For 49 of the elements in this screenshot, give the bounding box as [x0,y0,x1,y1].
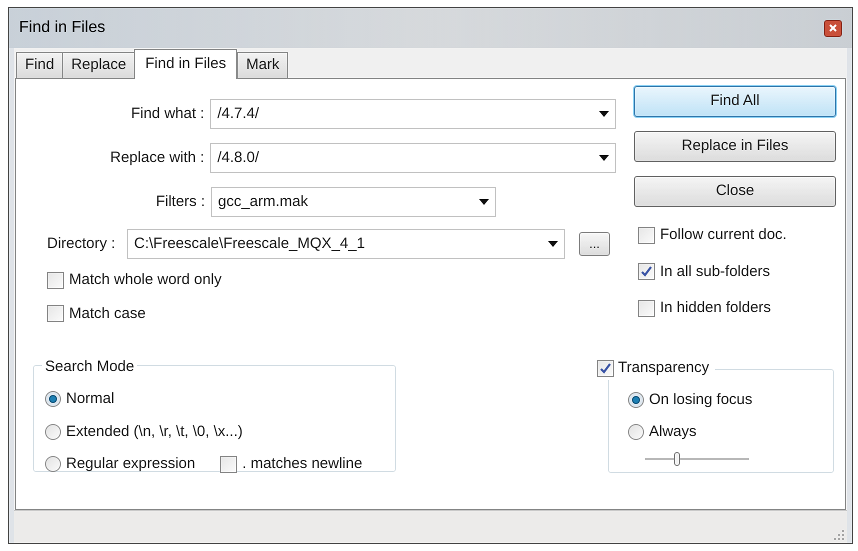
checkbox-label: Follow current doc. [660,225,787,245]
combo-box-field[interactable]: gcc_arm.mak [211,187,496,217]
radio-button[interactable] [45,424,61,440]
checkbox[interactable] [47,272,64,289]
radio-label: Regular expression [66,454,196,474]
window-title: Find in Files [19,18,106,38]
radio-label: On losing focus [649,390,752,410]
combo-box-field[interactable]: /4.7.4/ [210,99,616,129]
field-label: Replace with : [109,148,206,168]
dialog-button[interactable]: Replace in Files [634,131,836,162]
tab[interactable]: Replace [62,52,136,78]
field-label: Find what : [130,104,206,124]
dropdown-caret-icon [599,155,609,161]
dialog-button[interactable]: Close [634,176,836,207]
radio-button[interactable] [628,392,644,408]
radio-button[interactable] [45,391,61,408]
tab[interactable]: Mark [237,52,288,78]
dropdown-caret-icon [599,111,609,117]
checkbox[interactable] [638,300,655,317]
checkbox[interactable] [220,456,238,473]
checkbox-label: In all sub-folders [660,262,770,282]
radio-button[interactable] [628,424,644,440]
tab[interactable]: Find [16,52,64,78]
checkbox-label: . matches newline [242,454,362,474]
resize-grip-icon [834,530,844,540]
dropdown-caret-icon [548,241,558,247]
dropdown-caret-icon [479,199,489,205]
tab[interactable]: Find in Files [134,49,238,79]
radio-button[interactable] [45,456,61,472]
checkbox-label: Transparency [618,358,710,378]
combo-box-field[interactable]: /4.8.0/ [210,143,616,173]
checkbox[interactable] [638,263,655,280]
slider-track[interactable] [645,452,749,466]
checkbox[interactable] [47,305,64,322]
dialog-button[interactable]: Find All [634,86,836,117]
checkbox[interactable] [638,226,655,244]
radio-label: Extended (\n, \r, \t, \0, \x...) [66,422,243,442]
checkbox-label: Match whole word only [69,270,222,290]
checkbox-label: In hidden folders [660,298,771,318]
directory-label: Directory : [47,234,116,254]
browse-button[interactable]: ... [579,232,610,256]
radio-label: Normal [66,389,114,409]
slider-thumb[interactable] [674,452,680,466]
checkbox-label: Match case [69,304,146,324]
field-label: Filters : [154,192,206,212]
checkbox[interactable] [597,360,614,377]
radio-label: Always [649,422,697,442]
directory-dropdown[interactable]: C:\Freescale\Freescale_MQX_4_1 [127,229,565,259]
close-icon[interactable] [824,20,842,36]
